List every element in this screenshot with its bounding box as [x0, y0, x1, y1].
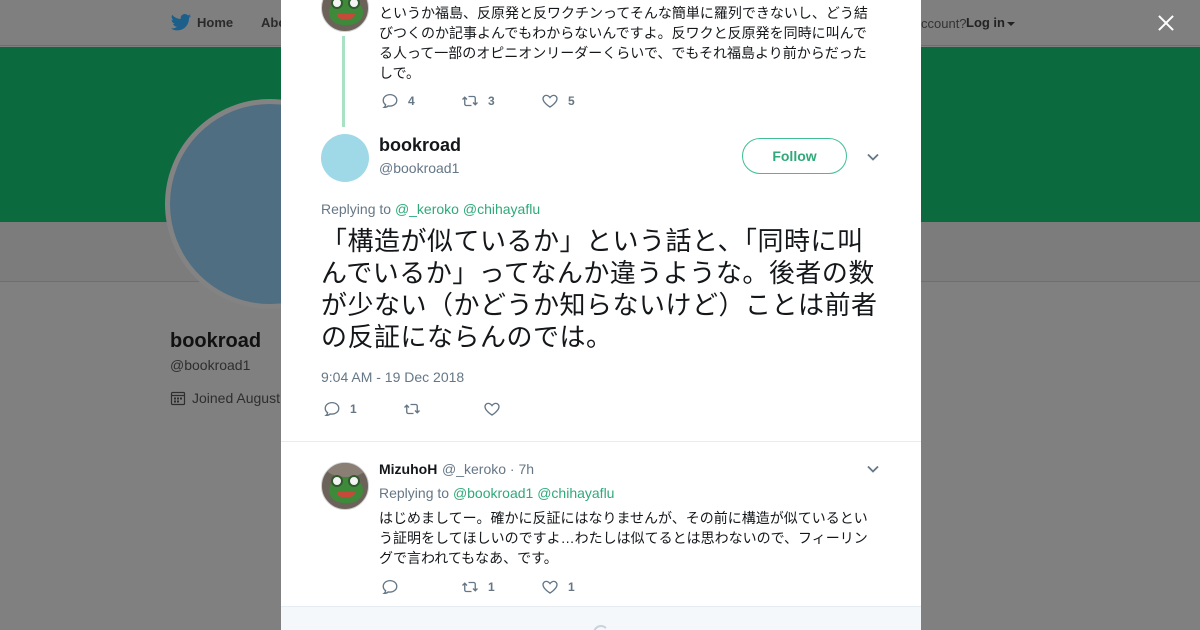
reply-tweet-handle-time[interactable]: @_keroko · 7h: [442, 461, 534, 477]
joined-label: Joined August: [192, 390, 280, 406]
reply-tweet-actions: 1 1: [381, 578, 621, 596]
retweet-button[interactable]: 3: [461, 92, 541, 110]
main-tweet-actions: 1: [323, 400, 523, 418]
reply-icon: [324, 401, 340, 417]
main-tweet-author-name[interactable]: bookroad: [379, 135, 461, 156]
parent-tweet-text: というか福島、反原発と反ワクチンってそんな簡単に羅列できないし、どう結びつくのか…: [379, 5, 868, 81]
chevron-down-icon[interactable]: [866, 150, 880, 164]
main-tweet-text: 「構造が似ているか」という話と、「同時に叫んでいるか」ってなんか違うような。後者…: [321, 227, 878, 353]
loading-spinner-icon: [593, 625, 609, 630]
retweet-button[interactable]: [403, 400, 483, 418]
nav-home-link[interactable]: Home: [197, 15, 233, 30]
retweet-count: 3: [488, 94, 495, 108]
reply-tweet-author-name[interactable]: MizuhoH: [379, 461, 437, 477]
like-button[interactable]: 5: [541, 92, 621, 110]
mention-link[interactable]: @_keroko: [395, 201, 459, 217]
reply-icon: [382, 579, 398, 595]
divider: [281, 441, 921, 442]
reply-button[interactable]: [381, 578, 461, 596]
main-tweet-author-handle[interactable]: @bookroad1: [379, 160, 459, 176]
retweet-icon: [462, 95, 478, 107]
profile-joined: Joined August: [170, 390, 280, 406]
replying-prefix: Replying to: [379, 485, 450, 501]
reply-tweet-avatar[interactable]: [321, 462, 369, 510]
tweet-modal: というか福島、反原発と反ワクチンってそんな簡単に羅列できないし、どう結びつくのか…: [281, 0, 921, 630]
reply-button[interactable]: 1: [323, 400, 403, 418]
load-more-bar: [281, 606, 921, 630]
reply-button[interactable]: 4: [381, 92, 461, 110]
twitter-bird-icon[interactable]: [170, 13, 192, 33]
parent-tweet-avatar[interactable]: [321, 0, 369, 32]
heart-icon: [542, 94, 558, 108]
main-tweet-avatar[interactable]: [321, 134, 369, 182]
heart-icon: [484, 402, 500, 416]
mention-link[interactable]: @chihayaflu: [463, 201, 540, 217]
reply-count: 1: [350, 402, 357, 416]
follow-button[interactable]: Follow: [742, 138, 847, 174]
reply-tweet-replying-to: Replying to @bookroad1 @chihayaflu: [379, 485, 614, 501]
calendar-icon: [170, 391, 186, 406]
caret-down-icon: [1007, 21, 1015, 26]
main-tweet-timestamp[interactable]: 9:04 AM - 19 Dec 2018: [321, 369, 464, 385]
reply-tweet-text: はじめましてー。確かに反証にはなりませんが、その前に構造が似ているという証明をし…: [379, 510, 868, 566]
like-count: 1: [568, 580, 575, 594]
like-button[interactable]: 1: [541, 578, 621, 596]
reply-count: 4: [408, 94, 415, 108]
login-label: Log in: [966, 15, 1005, 30]
main-tweet-replying-to: Replying to @_keroko @chihayaflu: [321, 201, 540, 217]
like-count: 5: [568, 94, 575, 108]
thread-connector-line: [342, 36, 345, 127]
retweet-icon: [462, 581, 478, 593]
login-button[interactable]: Log in: [966, 15, 1015, 30]
heart-icon: [542, 580, 558, 594]
like-button[interactable]: [483, 400, 523, 418]
mention-link[interactable]: @bookroad1: [453, 485, 533, 501]
chevron-down-icon[interactable]: [866, 462, 880, 476]
close-icon[interactable]: [1152, 10, 1180, 38]
mention-link[interactable]: @chihayaflu: [537, 485, 614, 501]
profile-handle: @bookroad1: [170, 357, 251, 373]
replying-prefix: Replying to: [321, 201, 392, 217]
retweet-count: 1: [488, 580, 495, 594]
parent-tweet-actions: 4 3 5: [381, 92, 621, 110]
reply-icon: [382, 93, 398, 109]
retweet-icon: [404, 403, 420, 415]
account-prompt: ccount?: [921, 16, 967, 31]
retweet-button[interactable]: 1: [461, 578, 541, 596]
profile-name: bookroad: [170, 330, 262, 352]
